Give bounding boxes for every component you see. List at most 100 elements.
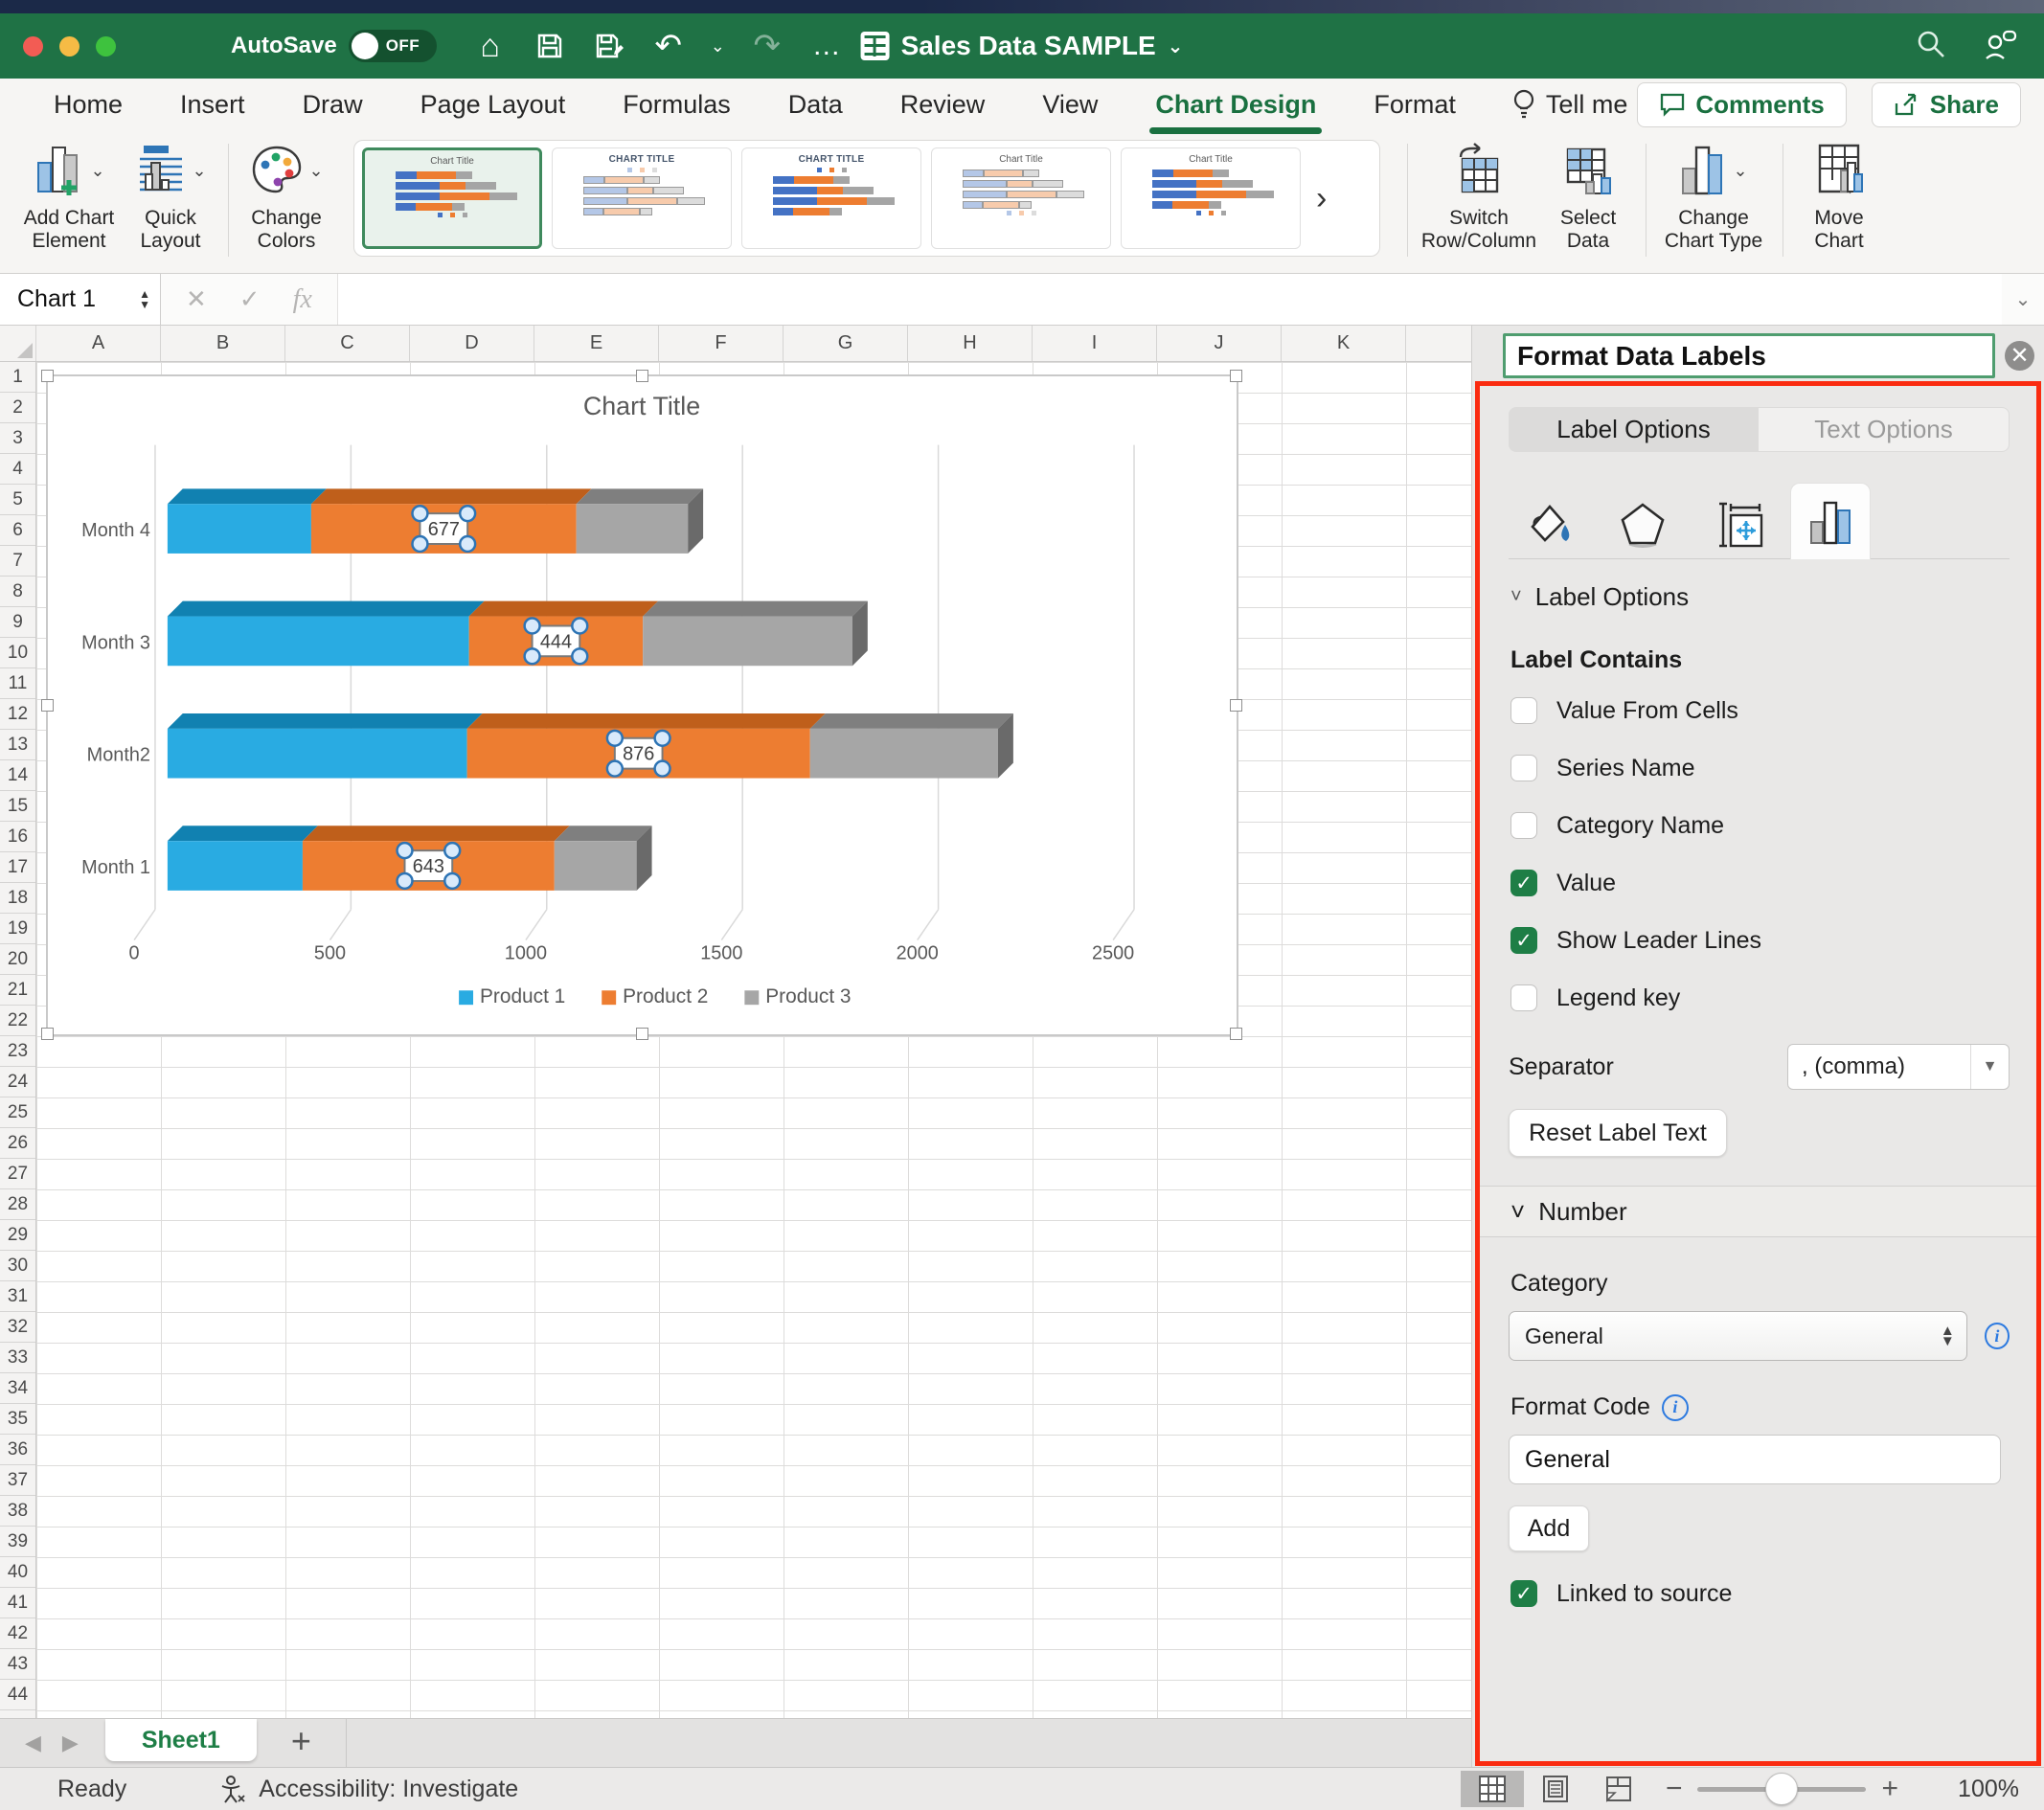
row-header-21[interactable]: 21 — [0, 975, 35, 1006]
gallery-style-2[interactable]: CHART TITLE — [552, 147, 732, 249]
row-header-29[interactable]: 29 — [0, 1220, 35, 1251]
row-headers[interactable]: 1234567891011121314151617181920212223242… — [0, 362, 36, 1718]
row-header-14[interactable]: 14 — [0, 760, 35, 791]
tell-me-control[interactable]: Tell me — [1511, 88, 1628, 121]
presence-people-icon[interactable] — [1983, 28, 2017, 65]
row-header-2[interactable]: 2 — [0, 393, 35, 423]
add-format-button[interactable]: Add — [1509, 1505, 1589, 1551]
row-header-15[interactable]: 15 — [0, 791, 35, 822]
column-header-k[interactable]: K — [1282, 326, 1406, 361]
window-controls[interactable] — [23, 36, 116, 57]
chart-selection-handle[interactable] — [636, 370, 648, 382]
row-header-34[interactable]: 34 — [0, 1373, 35, 1404]
chart-selection-handle[interactable] — [636, 1028, 648, 1040]
format-code-input[interactable]: General — [1509, 1435, 2001, 1484]
row-header-35[interactable]: 35 — [0, 1404, 35, 1435]
section-label-options[interactable]: ˅ Label Options — [1509, 559, 2010, 622]
change-colors-button[interactable]: ⌄ Change Colors — [238, 140, 334, 253]
row-header-9[interactable]: 9 — [0, 607, 35, 638]
tab-text-options[interactable]: Text Options — [1759, 407, 2010, 452]
row-header-16[interactable]: 16 — [0, 822, 35, 852]
menu-tab-formulas[interactable]: Formulas — [621, 84, 733, 125]
gallery-style-3[interactable]: CHART TITLE — [741, 147, 921, 249]
search-icon[interactable] — [1916, 29, 1946, 64]
menu-tab-data[interactable]: Data — [786, 84, 845, 125]
row-header-43[interactable]: 43 — [0, 1649, 35, 1680]
formula-input[interactable] — [338, 274, 2002, 325]
menu-tab-review[interactable]: Review — [898, 84, 988, 125]
autosave-toggle[interactable]: OFF — [349, 30, 437, 62]
document-title[interactable]: Sales Data SAMPLE — [901, 31, 1156, 61]
reset-label-text-button[interactable]: Reset Label Text — [1509, 1109, 1727, 1157]
column-header-j[interactable]: J — [1157, 326, 1282, 361]
accessibility-status[interactable]: Accessibility: Investigate — [218, 1775, 518, 1803]
row-header-31[interactable]: 31 — [0, 1281, 35, 1312]
zoom-percentage[interactable]: 100% — [1914, 1776, 2019, 1803]
save-as-icon[interactable] — [592, 32, 626, 60]
menu-tab-insert[interactable]: Insert — [178, 84, 247, 125]
row-header-8[interactable]: 8 — [0, 577, 35, 607]
checkbox-value-from-cells[interactable] — [1510, 697, 1537, 724]
save-icon[interactable] — [533, 32, 567, 60]
column-headers[interactable]: ABCDEFGHIJK — [0, 326, 1471, 362]
gallery-more-button[interactable]: › — [1316, 180, 1327, 217]
chart-object[interactable]: 05001000150020002500Chart TitleMonth 467… — [46, 374, 1238, 1036]
sheet-tab-sheet1[interactable]: Sheet1 — [105, 1719, 257, 1761]
row-header-24[interactable]: 24 — [0, 1067, 35, 1097]
page-layout-view-icon[interactable] — [1524, 1771, 1587, 1807]
size-properties-icon[interactable] — [1696, 491, 1777, 558]
tab-label-options[interactable]: Label Options — [1509, 407, 1759, 452]
row-header-20[interactable]: 20 — [0, 944, 35, 975]
category-select[interactable]: General ▲▼ — [1509, 1311, 1967, 1361]
minimize-window-button[interactable] — [59, 36, 79, 57]
checkbox-category-name[interactable] — [1510, 812, 1537, 839]
select-data-button[interactable]: Select Data — [1542, 140, 1634, 253]
chart-selection-handle[interactable] — [41, 370, 54, 382]
row-header-40[interactable]: 40 — [0, 1557, 35, 1588]
column-header-b[interactable]: B — [161, 326, 285, 361]
effects-pentagon-icon[interactable] — [1602, 491, 1683, 558]
zoom-window-button[interactable] — [96, 36, 116, 57]
column-header-g[interactable]: G — [784, 326, 908, 361]
row-header-10[interactable]: 10 — [0, 638, 35, 668]
chart-selection-handle[interactable] — [1230, 699, 1242, 712]
row-header-27[interactable]: 27 — [0, 1159, 35, 1189]
row-header-7[interactable]: 7 — [0, 546, 35, 577]
next-sheet-icon[interactable]: ▶ — [62, 1731, 79, 1755]
section-number[interactable]: ˅ Number — [1480, 1186, 2036, 1237]
checkbox-legend-key[interactable] — [1510, 984, 1537, 1011]
column-header-i[interactable]: I — [1033, 326, 1157, 361]
close-window-button[interactable] — [23, 36, 43, 57]
row-header-4[interactable]: 4 — [0, 454, 35, 485]
row-header-23[interactable]: 23 — [0, 1036, 35, 1067]
prev-sheet-icon[interactable]: ◀ — [25, 1731, 41, 1755]
share-button[interactable]: Share — [1872, 82, 2021, 127]
change-chart-type-button[interactable]: ⌄ Change Chart Type — [1656, 140, 1771, 253]
row-header-12[interactable]: 12 — [0, 699, 35, 730]
name-box[interactable]: Chart 1 ▲▼ — [0, 274, 161, 325]
row-header-32[interactable]: 32 — [0, 1312, 35, 1343]
menu-tab-page-layout[interactable]: Page Layout — [419, 84, 568, 125]
chart-options-icon[interactable] — [1790, 483, 1871, 559]
name-box-stepper[interactable]: ▲▼ — [139, 289, 160, 310]
select-all-corner[interactable] — [0, 326, 36, 361]
undo-dropdown-icon[interactable]: ⌄ — [711, 36, 725, 57]
normal-view-icon[interactable] — [1461, 1771, 1524, 1807]
linked-to-source-checkbox[interactable]: ✓ — [1510, 1580, 1537, 1607]
row-header-11[interactable]: 11 — [0, 668, 35, 699]
row-header-26[interactable]: 26 — [0, 1128, 35, 1159]
row-header-36[interactable]: 36 — [0, 1435, 35, 1465]
worksheet-grid[interactable]: 1234567891011121314151617181920212223242… — [0, 362, 1471, 1718]
row-header-5[interactable]: 5 — [0, 485, 35, 515]
column-header-d[interactable]: D — [410, 326, 534, 361]
cancel-entry-icon[interactable]: ✕ — [186, 284, 207, 314]
menu-tab-format[interactable]: Format — [1372, 84, 1458, 125]
row-header-13[interactable]: 13 — [0, 730, 35, 760]
move-chart-button[interactable]: Move Chart — [1793, 140, 1885, 253]
row-header-18[interactable]: 18 — [0, 883, 35, 914]
title-dropdown-icon[interactable]: ⌄ — [1168, 34, 1184, 58]
column-header-h[interactable]: H — [908, 326, 1033, 361]
insert-function-icon[interactable]: fx — [293, 284, 312, 315]
gallery-style-1[interactable]: Chart Title — [362, 147, 542, 249]
add-chart-element-button[interactable]: ⌄ Add Chart Element — [15, 140, 123, 253]
